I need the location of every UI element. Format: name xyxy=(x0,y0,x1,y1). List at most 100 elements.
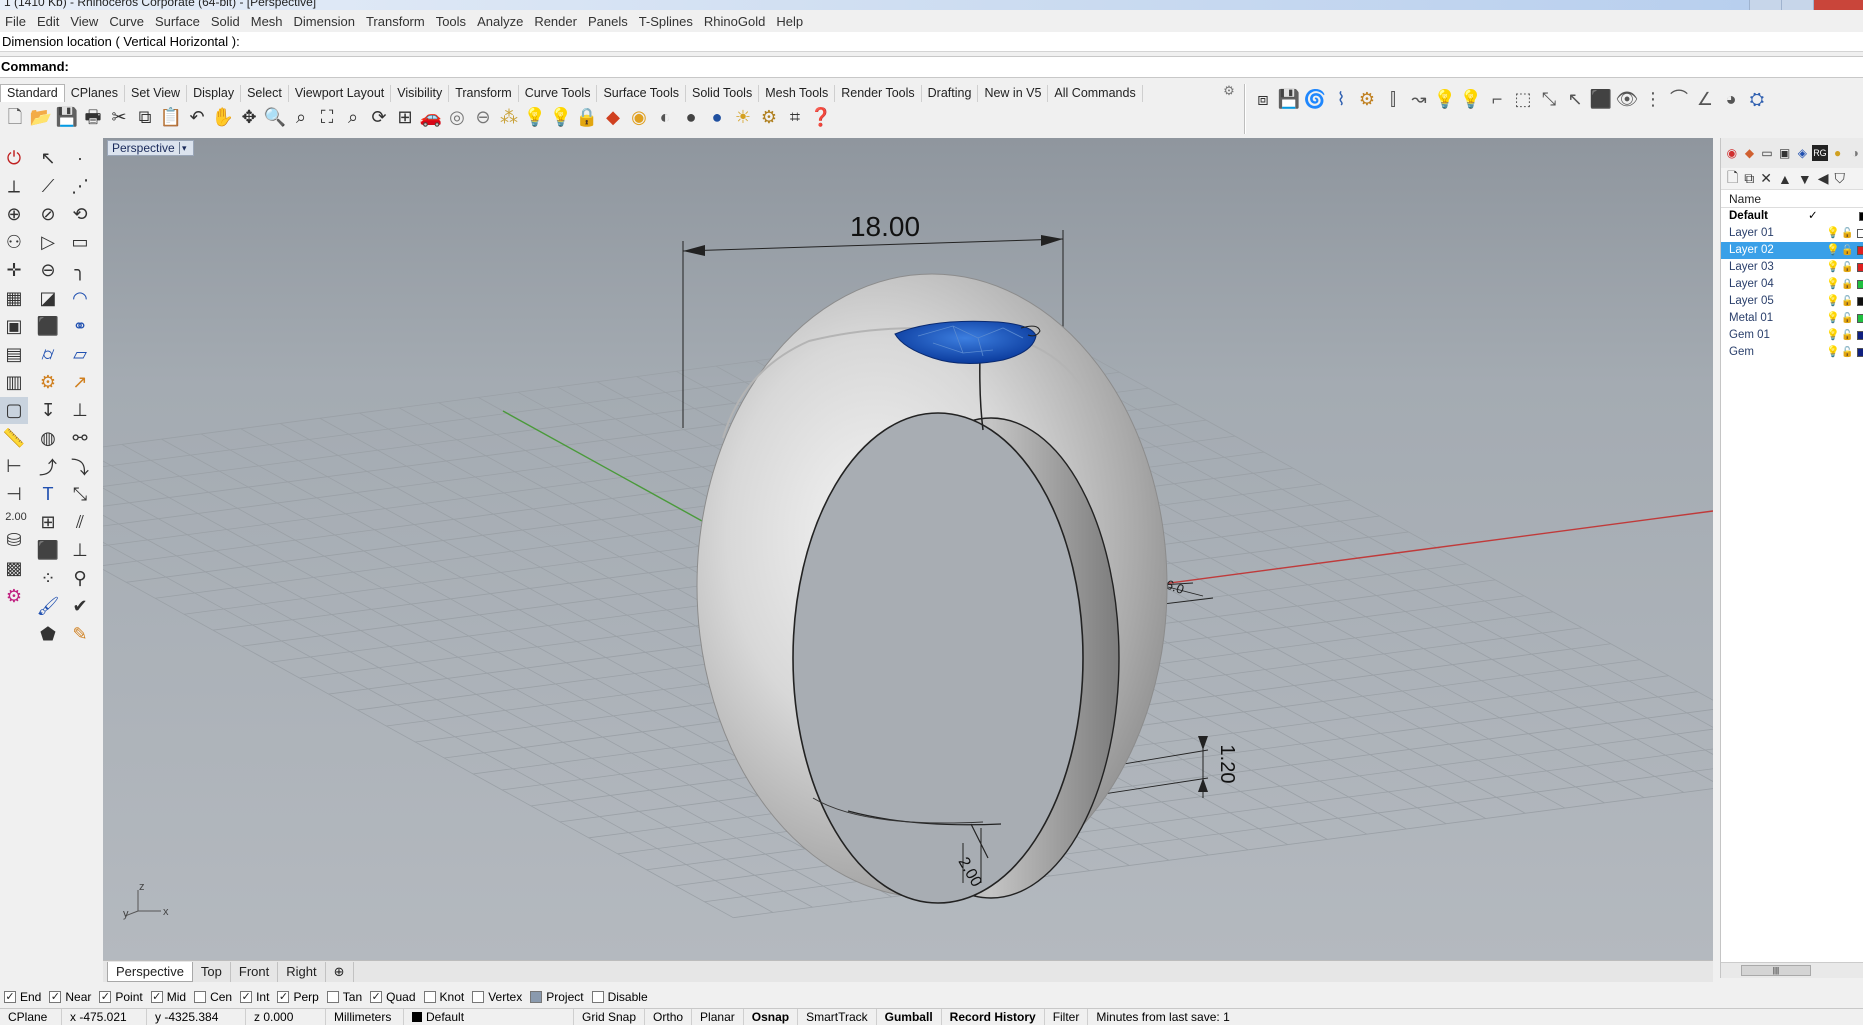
help-panel-icon[interactable]: ◑ xyxy=(1847,145,1863,161)
new-sublayer-icon[interactable]: ⧉ xyxy=(1744,170,1754,187)
cplane-icon[interactable]: ⊖ xyxy=(470,104,496,130)
osnap-toggle[interactable]: Osnap xyxy=(744,1008,799,1025)
layer-visible-bulb-icon[interactable]: 💡 xyxy=(1826,259,1840,276)
box-solid-icon[interactable]: ▣ xyxy=(0,313,28,340)
layer-unlocked-icon[interactable]: 🔓 xyxy=(1841,242,1853,259)
point-icon[interactable]: · xyxy=(66,145,94,172)
spheres-icon[interactable]: ⚭ xyxy=(66,313,94,340)
boolean-icon[interactable]: ◍ xyxy=(34,425,62,452)
wireframe-sphere-icon[interactable]: ◐ xyxy=(652,104,678,130)
render-panel-icon[interactable]: ▣ xyxy=(1777,145,1793,161)
explode-icon[interactable]: ⚲ xyxy=(66,565,94,592)
layer-visible-bulb-icon[interactable]: 💡 xyxy=(1826,242,1840,259)
sweep-icon[interactable]: ◠ xyxy=(66,285,94,312)
globe-grid-icon[interactable]: ⊕ xyxy=(0,201,28,228)
status-layer[interactable]: Default xyxy=(404,1008,574,1025)
circle-icon[interactable]: ⊘ xyxy=(34,201,62,228)
smarttrack-toggle[interactable]: SmartTrack xyxy=(798,1008,877,1025)
osnap-project[interactable]: Project xyxy=(530,990,584,1004)
array-icon[interactable]: ⊞ xyxy=(34,509,62,536)
menu-view[interactable]: View xyxy=(66,14,105,29)
layer-row[interactable]: Gem 01 💡 🔓 xyxy=(1721,327,1863,344)
eye-icon[interactable]: 👁 xyxy=(1614,86,1640,112)
materials-panel-icon[interactable]: ◆ xyxy=(1742,145,1758,161)
layer-unlocked-icon[interactable]: 🔓 xyxy=(1841,327,1853,344)
layer-visible-bulb-icon[interactable]: 💡 xyxy=(1826,344,1840,361)
layer-row[interactable]: Default ✓ xyxy=(1721,208,1863,225)
osnap-point-checkbox[interactable]: ✓ xyxy=(99,991,112,1003)
lock-icon[interactable]: 🔒 xyxy=(574,104,600,130)
menu-t-splines[interactable]: T-Splines xyxy=(635,14,700,29)
curve-corner-icon[interactable]: ⌐ xyxy=(1484,86,1510,112)
control-points-icon[interactable]: ⋰ xyxy=(66,173,94,200)
viewport-title[interactable]: Perspective ▾ xyxy=(107,140,194,156)
group-icon[interactable]: ⧈ xyxy=(1250,86,1276,112)
check-icon[interactable]: ✔ xyxy=(66,593,94,620)
four-views-icon[interactable]: ⊞ xyxy=(392,104,418,130)
flow-icon[interactable]: ↝ xyxy=(1406,86,1432,112)
scale-arrows-icon[interactable]: ⤡ xyxy=(1536,86,1562,112)
osnap-perp-checkbox[interactable]: ✓ xyxy=(277,991,290,1003)
perspective-viewport[interactable]: 18.00 6.0 1.20 2.00 z y x Perspective ▾ xyxy=(103,138,1713,960)
grid-dots-icon[interactable]: ⁘ xyxy=(34,565,62,592)
osnap-vertex[interactable]: Vertex xyxy=(472,990,522,1004)
bounding-box-icon[interactable]: ⬚ xyxy=(1510,86,1536,112)
pencil-icon[interactable]: ✎ xyxy=(66,621,94,648)
osnap-tan-checkbox[interactable] xyxy=(326,991,339,1003)
cage-edit-icon[interactable]: ▤ xyxy=(0,341,28,368)
wave-icon[interactable]: ⌇ xyxy=(1328,86,1354,112)
osnap-disable[interactable]: Disable xyxy=(591,990,648,1004)
rotate-tool-icon[interactable]: ⟲ xyxy=(66,201,94,228)
osnap-cen[interactable]: Cen xyxy=(194,990,232,1004)
point-cloud-icon[interactable]: ⟂ xyxy=(0,173,28,200)
menu-dimension[interactable]: Dimension xyxy=(290,14,362,29)
tab-visibility[interactable]: Visibility xyxy=(391,85,450,102)
tab-select[interactable]: Select xyxy=(241,85,289,102)
layer-row[interactable]: Layer 04 💡 🔒 xyxy=(1721,276,1863,293)
render-engine-icon[interactable]: ⛭ xyxy=(1744,86,1770,112)
layer-row-selected[interactable]: Layer 02 💡 🔓 xyxy=(1721,242,1863,259)
osnap-end[interactable]: ✓ End xyxy=(4,990,41,1004)
lightbulb-icon[interactable]: 💡 xyxy=(522,104,548,130)
arc-icon[interactable]: ⌒ xyxy=(1666,86,1692,112)
copy-icon[interactable]: ⧉ xyxy=(132,104,158,130)
filter-icon[interactable]: ⛉ xyxy=(1835,170,1846,187)
osnap-knot-checkbox[interactable] xyxy=(423,991,436,1003)
record-history-icon[interactable]: ⏻ xyxy=(0,145,28,172)
layer-unlocked-icon[interactable]: 🔓 xyxy=(1841,225,1853,242)
viewtab-front[interactable]: Front xyxy=(231,961,279,982)
zoom-icon[interactable]: 🔍 xyxy=(262,104,288,130)
menu-edit[interactable]: Edit xyxy=(33,14,66,29)
cage-edit-2-icon[interactable]: ▥ xyxy=(0,369,28,396)
osnap-project-checkbox[interactable] xyxy=(530,991,543,1003)
dimension-tool-icon[interactable]: ⊣ xyxy=(0,481,28,508)
menu-rhinogold[interactable]: RhinoGold xyxy=(700,14,772,29)
shaded-sphere-icon[interactable]: ● xyxy=(678,104,704,130)
cut-icon[interactable]: ✂ xyxy=(106,104,132,130)
save-icon[interactable]: 💾 xyxy=(54,104,80,130)
scrollbar-thumb[interactable]: ||| xyxy=(1741,965,1811,976)
tab-surface-tools[interactable]: Surface Tools xyxy=(597,85,686,102)
move-tool-icon[interactable]: ↧ xyxy=(34,397,62,424)
new-file-icon[interactable]: 🗋 xyxy=(2,104,28,130)
options-gear-icon[interactable]: ⚙ xyxy=(756,104,782,130)
layer-unlocked-icon[interactable]: 🔓 xyxy=(1841,344,1853,361)
osnap-near[interactable]: ✓ Near xyxy=(49,990,91,1004)
gear-tool-icon[interactable]: ⚙ xyxy=(1354,86,1380,112)
layer-row[interactable]: Layer 01 💡 🔓 xyxy=(1721,225,1863,242)
dimension-icon[interactable]: ⌗ xyxy=(782,104,808,130)
layer-locked-icon[interactable]: 🔒 xyxy=(1841,276,1853,293)
axis-cross-icon[interactable]: ✛ xyxy=(0,257,28,284)
move-view-icon[interactable]: ✥ xyxy=(236,104,262,130)
tab-curve-tools[interactable]: Curve Tools xyxy=(519,85,598,102)
named-views-icon[interactable]: ◎ xyxy=(444,104,470,130)
cube-icon[interactable]: ⬛ xyxy=(34,313,62,340)
select-arrow-icon[interactable]: ↖ xyxy=(34,145,62,172)
arrow-orange-icon[interactable]: ↗ xyxy=(66,369,94,396)
viewport-scene[interactable]: 18.00 6.0 1.20 2.00 z y x xyxy=(103,138,1713,960)
viewtab-right[interactable]: Right xyxy=(278,961,326,982)
layer-visible-bulb-icon[interactable]: 💡 xyxy=(1826,225,1840,242)
osnap-perp[interactable]: ✓ Perp xyxy=(277,990,319,1004)
osnap-vertex-checkbox[interactable] xyxy=(472,991,485,1003)
rhinogold-panel-icon[interactable]: RG xyxy=(1812,145,1828,161)
